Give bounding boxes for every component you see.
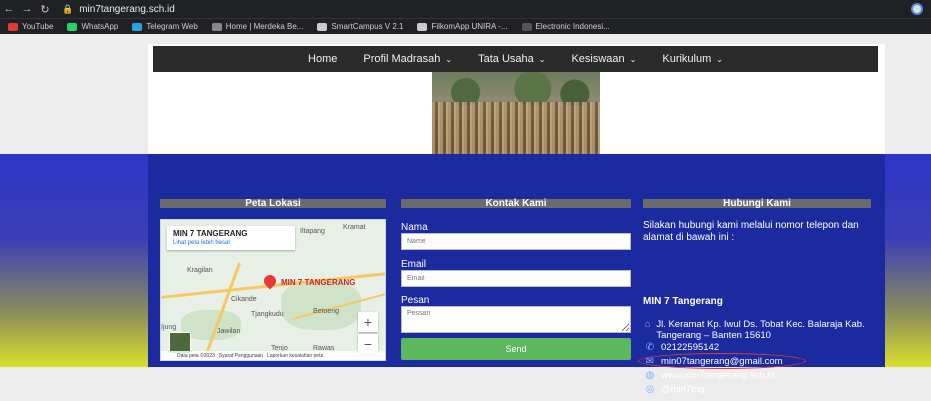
bookmark-item[interactable]: Electronic Indonesi... (521, 22, 610, 31)
back-icon[interactable]: ← (0, 3, 18, 15)
bookmark-item[interactable]: YouTube (8, 22, 53, 31)
bookmark-favicon-icon (317, 22, 328, 31)
chevron-down-icon: ⌄ (445, 54, 453, 64)
bookmark-item[interactable]: Telegram Web (132, 22, 198, 31)
bookmark-label: SmartCampus V 2.1 (331, 22, 404, 31)
bookmark-favicon-icon (8, 22, 18, 31)
chevron-down-icon: ⌄ (716, 54, 723, 64)
map-pin-label: MIN 7 TANGERANG (281, 278, 356, 287)
forward-icon[interactable]: → (18, 3, 36, 15)
reload-icon[interactable]: ↻ (36, 3, 54, 16)
bookmark-item[interactable]: WhatsApp (67, 22, 118, 31)
address-row: ⌂ Jl. Keramat Kp. Iwul Ds. Tobat Kec. Ba… (643, 319, 873, 341)
map-label: Cikande (231, 296, 257, 303)
nav-item[interactable]: Kesiswaan ⌄ (571, 53, 636, 65)
bookmark-favicon-icon (67, 22, 78, 31)
map-label: Kramat (343, 224, 366, 231)
instagram-row: ◎ @min7tng (643, 384, 705, 395)
email-input[interactable] (401, 270, 631, 287)
website-row: ◍ www.min7tangerang.sch.id (643, 370, 775, 381)
map-report-link[interactable]: Laporkan kesalahan peta (267, 353, 323, 359)
message-input[interactable] (401, 306, 631, 333)
main-navbar: Home Profil Madrasah ⌄ Tata Usaha ⌄ Kesiswaan… (153, 46, 878, 72)
bookmarks-bar: YouTube WhatsApp Telegram Web Home | Merdek… (0, 18, 931, 34)
nav-item-label: Kesiswaan (571, 53, 625, 65)
profile-avatar-icon[interactable] (911, 3, 923, 15)
lock-icon[interactable]: 🔒 (62, 4, 73, 15)
reach-section-title: Hubungi Kami (643, 199, 871, 209)
send-button[interactable]: Send (401, 338, 631, 360)
bookmark-label: FilkomApp UNIRA -... (431, 22, 508, 31)
website-text[interactable]: www.min7tangerang.sch.id (661, 370, 775, 381)
map-footer: Data peta ©2023 Syarat Penggunaan Lapork… (161, 351, 385, 360)
bookmark-favicon-icon (211, 22, 222, 31)
instagram-icon: ◎ (645, 384, 655, 395)
bookmark-label: WhatsApp (81, 22, 119, 31)
map-label: Betoeng (313, 308, 340, 315)
bookmark-label: Home | Merdeka Be... (225, 22, 304, 31)
message-label: Pesan (401, 295, 430, 306)
contact-section-title: Kontak Kami (401, 199, 631, 209)
globe-icon: ◍ (645, 370, 655, 381)
name-input[interactable] (401, 233, 631, 250)
chevron-down-icon: ⌄ (538, 54, 546, 64)
bookmark-favicon-icon (521, 22, 532, 31)
bookmark-favicon-icon (417, 22, 428, 31)
address-text: Jl. Keramat Kp. Iwul Ds. Tobat Kec. Bala… (656, 319, 865, 341)
bookmark-label: Telegram Web (146, 22, 198, 31)
bookmark-label: YouTube (22, 22, 54, 31)
email-label: Email (401, 259, 427, 270)
browser-toolbar: ← → ↻ 🔒 min7tangerang.sch.id (0, 0, 931, 18)
nav-item[interactable]: Profil Madrasah ⌄ (363, 53, 452, 65)
map-larger-link[interactable]: Lihat peta lebih besar (173, 240, 289, 246)
bookmark-item[interactable]: SmartCampus V 2.1 (317, 22, 403, 31)
map-label: Kragilan (187, 267, 213, 274)
phone-text: 02122595142 (661, 342, 720, 353)
name-label: Nama (401, 222, 428, 233)
map-label: Ijung (161, 324, 177, 331)
nav-item-label: Kurikulum (662, 53, 712, 65)
nav-item-label: Home (308, 53, 338, 65)
bookmark-label: Electronic Indonesi... (535, 22, 610, 31)
home-icon: ⌂ (644, 319, 651, 330)
nav-item-label: Tata Usaha (478, 53, 534, 65)
nav-item[interactable]: Kurikulum ⌄ (662, 53, 723, 65)
map-section-title: Peta Lokasi (160, 199, 386, 209)
map-info-card: MIN 7 TANGERANG Lihat peta lebih besar (167, 226, 295, 250)
map-label: Tjangkudu (251, 311, 284, 318)
school-name: MIN 7 Tangerang (643, 296, 723, 307)
nav-item[interactable]: Home (308, 53, 337, 65)
map-data-credit: Data peta ©2023 (177, 352, 215, 359)
nav-item-label: Profil Madrasah (363, 53, 441, 65)
chevron-down-icon: ⌄ (629, 54, 637, 64)
nav-item[interactable]: Tata Usaha ⌄ (478, 53, 545, 65)
bookmark-item[interactable]: FilkomApp UNIRA -... (417, 22, 508, 31)
map-label: Jawilan (217, 328, 241, 335)
map-terms-link[interactable]: Syarat Penggunaan (219, 353, 263, 359)
bookmark-favicon-icon (132, 22, 143, 31)
map-embed[interactable]: MIN 7 TANGERANG Lihat peta lebih besar I… (160, 219, 386, 361)
carousel-image[interactable] (432, 72, 600, 162)
phone-icon: ✆ (645, 342, 655, 353)
address-bar[interactable]: min7tangerang.sch.id (79, 4, 175, 15)
map-place-name: MIN 7 TANGERANG (173, 229, 248, 238)
instagram-text[interactable]: @min7tng (661, 384, 704, 395)
highlight-oval (638, 353, 806, 369)
bookmark-item[interactable]: Home | Merdeka Be... (211, 22, 304, 31)
reach-intro: Silakan hubungi kami melalui nomor telep… (643, 220, 859, 243)
map-label: Iltapang (300, 228, 325, 235)
zoom-in-button[interactable]: + (358, 312, 378, 332)
phone-row: ✆ 02122595142 (643, 342, 719, 353)
